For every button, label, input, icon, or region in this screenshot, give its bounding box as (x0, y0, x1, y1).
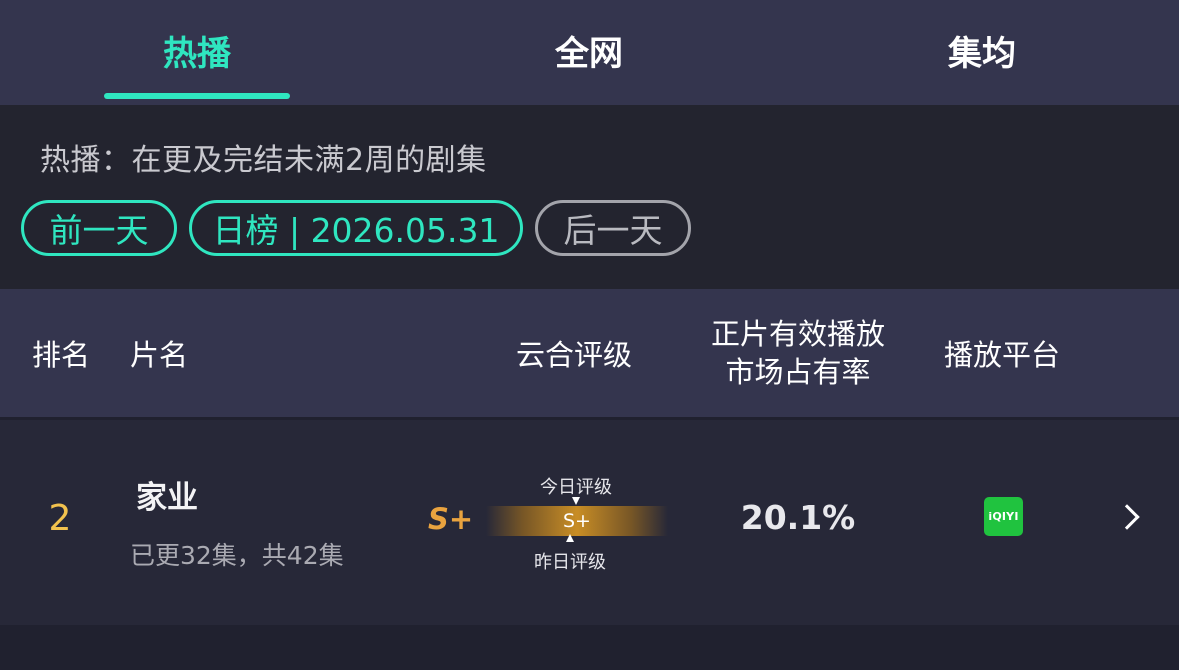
tab-bar: 热播 全网 集均 (0, 0, 1179, 105)
header-title: 片名 (130, 338, 189, 372)
active-tab-indicator (104, 93, 290, 99)
platform-logo-text: iQIYI (988, 510, 1019, 523)
row-episodes: 已更32集，共42集 (130, 541, 344, 570)
table-row[interactable]: 2 家业 已更32集，共42集 S+ 今日评级 S+ 昨日评级 20.1% iQ… (0, 420, 1179, 625)
header-platform: 播放平台 (944, 338, 1061, 372)
today-marker-icon (572, 497, 580, 505)
header-market-share-line1: 正片有效播放 (710, 317, 885, 351)
chevron-right-icon[interactable] (1114, 504, 1140, 530)
header-rating: 云合评级 (516, 338, 633, 372)
tab-hot[interactable]: 热播 (47, 0, 347, 100)
tab-per-episode[interactable]: 集均 (832, 0, 1132, 100)
table-header: 排名 片名 云合评级 正片有效播放 市场占有率 播放平台 (0, 289, 1179, 417)
today-grade-label: 今日评级 (540, 477, 612, 498)
header-market-share-line2: 市场占有率 (725, 355, 871, 389)
iqiyi-logo-icon: iQIYI (984, 497, 1023, 536)
next-day-button[interactable]: 后一天 (535, 200, 691, 256)
prev-day-button[interactable]: 前一天 (21, 200, 177, 256)
row-grade: S+ (428, 502, 474, 536)
yesterday-marker-icon (566, 534, 574, 542)
row-market-share: 20.1% (740, 498, 856, 537)
grade-scale-bar: S+ (486, 506, 668, 536)
daily-chart-date-button[interactable]: 日榜 | 2026.05.31 (189, 200, 523, 256)
grade-bar-label: S+ (563, 510, 591, 532)
row-title: 家业 (136, 480, 198, 516)
info-panel: 热播：在更及完结未满2周的剧集 前一天 日榜 | 2026.05.31 后一天 (0, 105, 1179, 289)
chart-description: 热播：在更及完结未满2周的剧集 (40, 143, 487, 178)
yesterday-grade-label: 昨日评级 (534, 552, 606, 573)
header-market-share: 正片有效播放 市场占有率 (700, 289, 896, 417)
row-rank: 2 (48, 498, 72, 539)
tab-all-network[interactable]: 全网 (439, 0, 739, 100)
header-rank: 排名 (32, 338, 91, 372)
